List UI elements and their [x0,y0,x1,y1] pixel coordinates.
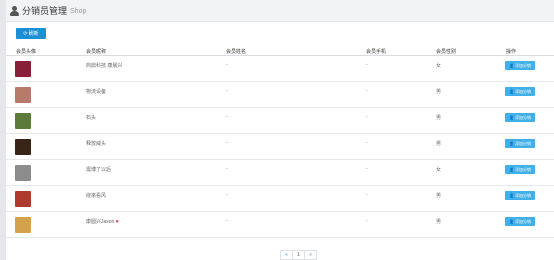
add-distributor-button[interactable]: 👤 添加分销 [505,113,535,122]
member-gender: 男 [436,115,442,121]
member-avatar [15,113,31,129]
member-gender: 男 [436,193,442,199]
member-name: - [226,114,228,120]
member-nickname: 需博了以后 [86,167,112,173]
member-phone: - [366,166,368,172]
add-distributor-label: 添加分销 [514,140,531,146]
member-phone: - [366,114,368,120]
member-name: - [226,192,228,198]
refresh-icon: ⟳ [23,30,28,37]
member-name: - [226,140,228,146]
column-header-action: 操作 [506,49,517,55]
add-distributor-button[interactable]: 👤 添加分销 [505,61,535,70]
page-header: 分销员管理 Shop [6,0,554,22]
member-gender: 男 [436,89,442,95]
user-icon [10,5,19,16]
member-nickname: 石头 [86,115,97,121]
pagination: « 1 » [280,250,317,260]
member-name: - [226,62,228,68]
member-phone: - [366,140,368,146]
member-name: - [226,88,228,94]
table-row: 物流设备 - - 男 👤 添加分销 [6,83,554,108]
member-nickname: 绕來看风 [86,193,107,199]
member-avatar [15,217,31,233]
member-nickname: 释放威头 [86,141,107,147]
member-gender: 男 [436,141,442,147]
add-distributor-button[interactable]: 👤 添加分销 [505,139,535,148]
column-header-gender: 会员性别 [436,49,457,55]
member-avatar [15,139,31,155]
table-row: 需博了以后 - - 女 👤 添加分销 [6,161,554,186]
user-icon: 👤 [509,89,514,94]
member-gender: 男 [436,219,442,225]
page-subtitle: Shop [70,7,87,15]
table-row: 商鼎科技 康晨兴 - - 女 👤 添加分销 [6,57,554,82]
refresh-button[interactable]: ⟳ 刷新 [16,28,46,39]
member-phone: - [366,218,368,224]
member-avatar [15,61,31,77]
user-icon: 👤 [509,115,514,120]
add-distributor-label: 添加分销 [514,114,531,120]
add-distributor-button[interactable]: 👤 添加分销 [505,191,535,200]
member-gender: 女 [436,167,442,173]
member-avatar [15,165,31,181]
add-distributor-button[interactable]: 👤 添加分销 [505,217,535,226]
pagination-next[interactable]: » [304,250,317,260]
main-panel: ⟳ 刷新 会员头像 会员昵称 会员姓名 会员手机 会员性别 操作 商鼎科技 康晨… [6,22,554,260]
column-header-phone: 会员手机 [366,49,387,55]
add-distributor-label: 添加分销 [514,88,531,94]
column-header-nickname: 会员昵称 [86,49,107,55]
table-row: 石头 - - 男 👤 添加分销 [6,109,554,134]
add-distributor-button[interactable]: 👤 添加分销 [505,165,535,174]
member-nickname: 物流设备 [86,89,107,95]
member-avatar [15,191,31,207]
member-nickname-text: 康圆兴Jason [86,219,115,225]
column-header-avatar: 会员头像 [16,49,37,55]
user-icon: 👤 [509,193,514,198]
table-row: 释放威头 - - 男 👤 添加分销 [6,135,554,160]
user-icon: 👤 [509,141,514,146]
add-distributor-label: 添加分销 [514,62,531,68]
user-icon: 👤 [509,63,514,68]
column-header-name: 会员姓名 [226,49,247,55]
user-icon: 👤 [509,167,514,172]
member-nickname: 商鼎科技 康晨兴 [86,63,123,69]
member-phone: - [366,88,368,94]
member-name: - [226,218,228,224]
add-distributor-label: 添加分销 [514,218,531,224]
add-distributor-label: 添加分销 [514,192,531,198]
member-gender: 女 [436,63,442,69]
member-name: - [226,166,228,172]
member-phone: - [366,192,368,198]
page-title: 分销员管理 [22,6,68,16]
user-icon: 👤 [509,219,514,224]
member-phone: - [366,62,368,68]
refresh-label: 刷新 [28,31,39,37]
add-distributor-label: 添加分销 [514,166,531,172]
heart-icon: ♥ [115,219,119,225]
member-avatar [15,87,31,103]
table-row: 绕來看风 - - 男 👤 添加分销 [6,187,554,212]
table-header: 会员头像 会员昵称 会员姓名 会员手机 会员性别 操作 [6,46,554,56]
add-distributor-button[interactable]: 👤 添加分销 [505,87,535,96]
member-nickname: 康圆兴Jason ♥ [86,218,119,225]
table-row: 康圆兴Jason ♥ - - 男 👤 添加分销 [6,213,554,238]
